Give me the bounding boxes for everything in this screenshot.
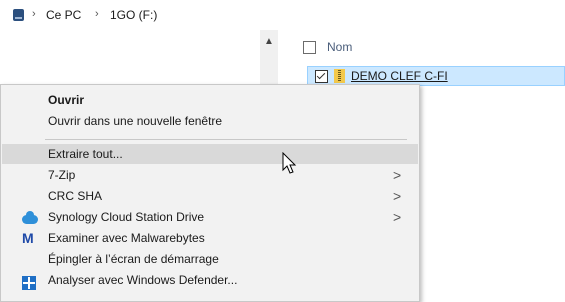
select-all-checkbox[interactable] <box>303 40 316 54</box>
menu-item-label: Extraire tout... <box>48 147 123 161</box>
submenu-arrow-icon: > <box>393 188 402 204</box>
submenu-arrow-icon: > <box>393 167 402 183</box>
file-name: DEMO CLEF C-FI <box>351 69 448 83</box>
breadcrumb-item-ce-pc[interactable]: Ce PC <box>46 8 81 22</box>
menu-item-label: Épingler à l’écran de démarrage <box>48 252 219 266</box>
drive-icon <box>13 9 24 21</box>
menu-item-malwarebytes[interactable]: M Examiner avec Malwarebytes <box>2 228 418 248</box>
menu-item-ouvrir[interactable]: Ouvrir <box>2 90 418 110</box>
menu-item-label: 7-Zip <box>48 168 76 182</box>
menu-item-label: CRC SHA <box>48 189 103 203</box>
breadcrumb-separator-icon: › <box>95 8 99 20</box>
menu-item-synology-cloud-station[interactable]: Synology Cloud Station Drive > <box>2 207 418 227</box>
submenu-arrow-icon: > <box>393 209 402 225</box>
defender-icon <box>22 273 38 290</box>
menu-item-extract-all[interactable]: Extraire tout... <box>2 144 418 164</box>
column-header-label: Nom <box>327 40 353 54</box>
zip-folder-icon <box>334 69 345 83</box>
menu-item-label: Examiner avec Malwarebytes <box>48 231 205 245</box>
mouse-cursor-icon <box>282 152 297 174</box>
menu-item-label: Ouvrir <box>48 93 85 107</box>
menu-item-crc-sha[interactable]: CRC SHA > <box>2 186 418 206</box>
menu-item-label: Ouvrir dans une nouvelle fenêtre <box>48 114 223 128</box>
menu-item-7zip[interactable]: 7-Zip > <box>2 165 418 185</box>
breadcrumb-separator-icon: › <box>32 8 36 20</box>
menu-item-pin-to-start[interactable]: Épingler à l’écran de démarrage <box>2 249 418 269</box>
menu-item-windows-defender[interactable]: Analyser avec Windows Defender... <box>2 270 418 290</box>
menu-separator <box>45 139 407 140</box>
context-menu: Ouvrir Ouvrir dans une nouvelle fenêtre … <box>0 84 420 302</box>
column-header-name[interactable]: Nom <box>303 38 352 56</box>
menu-item-label: Synology Cloud Station Drive <box>48 210 205 224</box>
menu-item-open-new-window[interactable]: Ouvrir dans une nouvelle fenêtre <box>2 111 418 131</box>
cloud-icon <box>22 210 38 224</box>
menu-item-label: Analyser avec Windows Defender... <box>48 273 238 287</box>
breadcrumb-item-drive[interactable]: 1GO (F:) <box>110 8 157 22</box>
address-bar[interactable]: › Ce PC › 1GO (F:) <box>0 0 565 30</box>
file-row[interactable]: DEMO CLEF C-FI <box>307 66 565 86</box>
row-checkbox[interactable] <box>315 69 328 83</box>
scroll-up-arrow-icon[interactable]: ▲ <box>263 36 275 48</box>
malwarebytes-icon: M <box>22 230 34 246</box>
